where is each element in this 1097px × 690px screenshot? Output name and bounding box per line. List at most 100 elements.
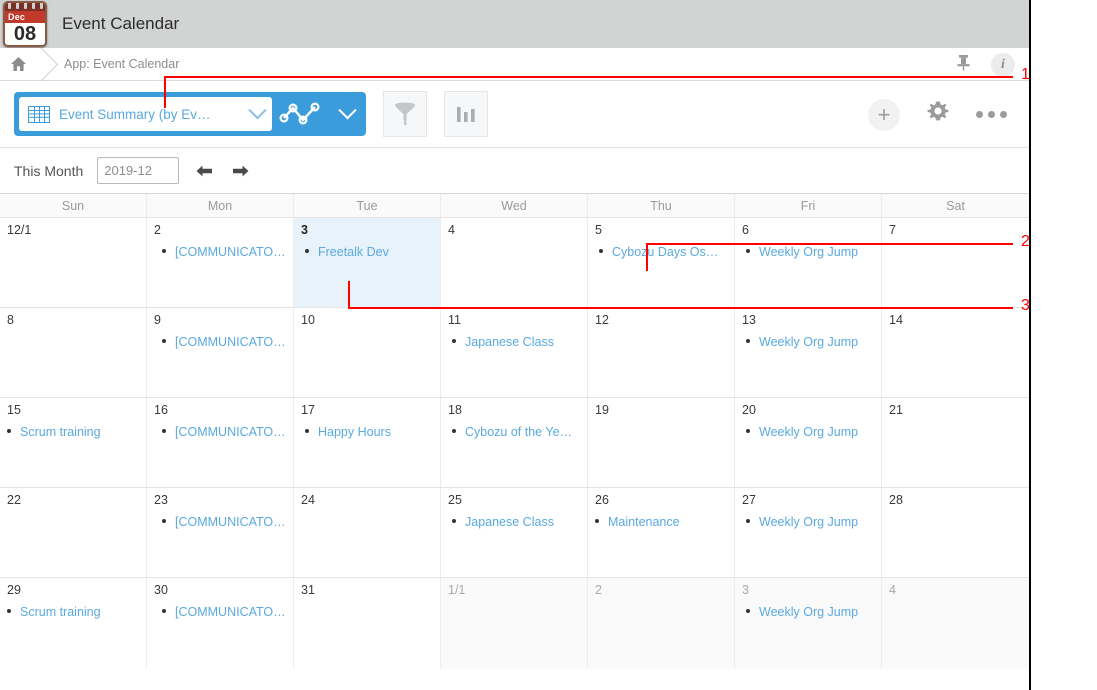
- chevron-down-icon: [248, 101, 266, 119]
- calendar-day-cell[interactable]: 25Japanese Class: [441, 488, 588, 577]
- calendar-event[interactable]: [COMMUNICATO…: [154, 515, 289, 529]
- calendar-event-title[interactable]: Japanese Class: [465, 515, 554, 529]
- calendar-day-cell[interactable]: 31: [294, 578, 441, 669]
- calendar-event-title[interactable]: Scrum training: [20, 425, 101, 439]
- next-month-button[interactable]: [229, 163, 251, 179]
- calendar-day-cell[interactable]: 4: [882, 578, 1029, 669]
- calendar-day-cell[interactable]: 5Cybozu Days Os…: [588, 218, 735, 307]
- calendar-event-title[interactable]: [COMMUNICATO…: [175, 425, 286, 439]
- calendar-event-title[interactable]: [COMMUNICATO…: [175, 335, 286, 349]
- calendar-event-title[interactable]: Freetalk Dev: [318, 245, 389, 259]
- calendar-day-cell[interactable]: 12: [588, 308, 735, 397]
- calendar-event-title[interactable]: [COMMUNICATO…: [175, 605, 286, 619]
- pin-icon[interactable]: [956, 54, 971, 76]
- calendar-day-cell[interactable]: 6Weekly Org Jump: [735, 218, 882, 307]
- calendar-event-title[interactable]: Weekly Org Jump: [759, 605, 858, 619]
- calendar-day-cell[interactable]: 9[COMMUNICATO…: [147, 308, 294, 397]
- info-icon[interactable]: i: [991, 53, 1015, 77]
- calendar-day-cell[interactable]: 10: [294, 308, 441, 397]
- calendar-event[interactable]: Maintenance: [595, 515, 730, 529]
- calendar-event[interactable]: [COMMUNICATO…: [154, 335, 289, 349]
- calendar-icon-rings: [5, 2, 45, 9]
- calendar-day-cell[interactable]: 26Maintenance: [588, 488, 735, 577]
- calendar-day-cell[interactable]: 20Weekly Org Jump: [735, 398, 882, 487]
- calendar-day-cell[interactable]: 12/1: [0, 218, 147, 307]
- calendar-day-cell[interactable]: 23[COMMUNICATO…: [147, 488, 294, 577]
- calendar-event[interactable]: Weekly Org Jump: [742, 245, 877, 259]
- calendar-day-cell[interactable]: 19: [588, 398, 735, 487]
- calendar-event-title[interactable]: Japanese Class: [465, 335, 554, 349]
- month-input[interactable]: [97, 157, 179, 184]
- calendar-event[interactable]: Scrum training: [7, 605, 142, 619]
- calendar-day-cell[interactable]: 17 Happy Hours: [294, 398, 441, 487]
- calendar-event-title[interactable]: Maintenance: [608, 515, 680, 529]
- calendar-event-title[interactable]: Cybozu of the Ye…: [465, 425, 572, 439]
- view-toolbar: Event Summary (by Ev…: [0, 81, 1029, 148]
- day-number: 18: [448, 403, 583, 418]
- calendar-event-title[interactable]: Cybozu Days Os…: [612, 245, 718, 259]
- calendar-day-cell[interactable]: 24: [294, 488, 441, 577]
- calendar-event[interactable]: Cybozu Days Os…: [595, 245, 730, 259]
- calendar-day-cell[interactable]: 27Weekly Org Jump: [735, 488, 882, 577]
- calendar-day-cell[interactable]: 13Weekly Org Jump: [735, 308, 882, 397]
- calendar-event-title[interactable]: Scrum training: [20, 605, 101, 619]
- calendar-event-title[interactable]: Weekly Org Jump: [759, 425, 858, 439]
- chart-view-dropdown[interactable]: [328, 108, 366, 121]
- calendar-day-cell[interactable]: 14: [882, 308, 1029, 397]
- filter-button[interactable]: [383, 91, 427, 137]
- calendar-event[interactable]: Cybozu of the Ye…: [448, 425, 583, 439]
- calendar-day-cell[interactable]: 29 Scrum training: [0, 578, 147, 669]
- calendar-event[interactable]: Weekly Org Jump: [742, 425, 877, 439]
- add-record-button[interactable]: +: [868, 99, 900, 131]
- calendar-event-title[interactable]: [COMMUNICATO…: [175, 515, 286, 529]
- calendar-day-cell[interactable]: 2[COMMUNICATO…: [147, 218, 294, 307]
- calendar-event[interactable]: Weekly Org Jump: [742, 335, 877, 349]
- calendar-week-row: 12/12[COMMUNICATO…3Freetalk Dev45Cybozu …: [0, 218, 1029, 308]
- calendar-day-cell[interactable]: 3Weekly Org Jump: [735, 578, 882, 669]
- chart-view-button[interactable]: [272, 100, 328, 128]
- calendar-event[interactable]: [COMMUNICATO…: [154, 245, 289, 259]
- calendar-day-cell[interactable]: 30[COMMUNICATO…: [147, 578, 294, 669]
- calendar-event[interactable]: Japanese Class: [448, 335, 583, 349]
- ellipsis-icon[interactable]: [976, 111, 1007, 118]
- calendar-day-cell[interactable]: 3Freetalk Dev: [294, 218, 441, 307]
- calendar-event[interactable]: Happy Hours: [301, 425, 436, 439]
- calendar-event-title[interactable]: Weekly Org Jump: [759, 245, 858, 259]
- day-number: 17: [301, 403, 436, 418]
- day-number: 14: [889, 313, 1025, 328]
- calendar-event[interactable]: Japanese Class: [448, 515, 583, 529]
- day-number: 31: [301, 583, 436, 598]
- calendar-event-title[interactable]: Weekly Org Jump: [759, 515, 858, 529]
- calendar-event-title[interactable]: [COMMUNICATO…: [175, 245, 286, 259]
- calendar-day-cell[interactable]: 2: [588, 578, 735, 669]
- graph-button[interactable]: [444, 91, 488, 137]
- weekday-header-row: SunMonTueWedThuFriSat: [0, 194, 1029, 218]
- calendar-day-cell[interactable]: 28: [882, 488, 1029, 577]
- calendar-event[interactable]: Freetalk Dev: [301, 245, 436, 259]
- calendar-day-cell[interactable]: 22: [0, 488, 147, 577]
- prev-month-button[interactable]: [193, 163, 215, 179]
- calendar-week-row: 89[COMMUNICATO…1011Japanese Class1213Wee…: [0, 308, 1029, 398]
- calendar-day-cell[interactable]: 16[COMMUNICATO…: [147, 398, 294, 487]
- gear-icon[interactable]: [925, 99, 951, 130]
- toolbar-actions: +: [868, 81, 1007, 148]
- home-icon[interactable]: [0, 56, 36, 72]
- calendar-day-cell[interactable]: 8: [0, 308, 147, 397]
- calendar-day-cell[interactable]: 1/1: [441, 578, 588, 669]
- day-number: 29: [7, 583, 142, 598]
- calendar-day-cell[interactable]: 21: [882, 398, 1029, 487]
- calendar-event[interactable]: Weekly Org Jump: [742, 515, 877, 529]
- calendar-event-title[interactable]: Weekly Org Jump: [759, 335, 858, 349]
- calendar-event[interactable]: Scrum training: [7, 425, 142, 439]
- calendar-event[interactable]: [COMMUNICATO…: [154, 425, 289, 439]
- calendar-day-cell[interactable]: 7: [882, 218, 1029, 307]
- calendar-event[interactable]: Weekly Org Jump: [742, 605, 877, 619]
- breadcrumb-path[interactable]: App: Event Calendar: [64, 57, 179, 71]
- calendar-event-title[interactable]: Happy Hours: [318, 425, 391, 439]
- calendar-day-cell[interactable]: 11Japanese Class: [441, 308, 588, 397]
- calendar-event[interactable]: [COMMUNICATO…: [154, 605, 289, 619]
- calendar-day-cell[interactable]: 18 Cybozu of the Ye…: [441, 398, 588, 487]
- calendar-day-cell[interactable]: 4: [441, 218, 588, 307]
- calendar-day-cell[interactable]: 15Scrum training: [0, 398, 147, 487]
- view-selector-dropdown[interactable]: Event Summary (by Ev…: [19, 97, 272, 131]
